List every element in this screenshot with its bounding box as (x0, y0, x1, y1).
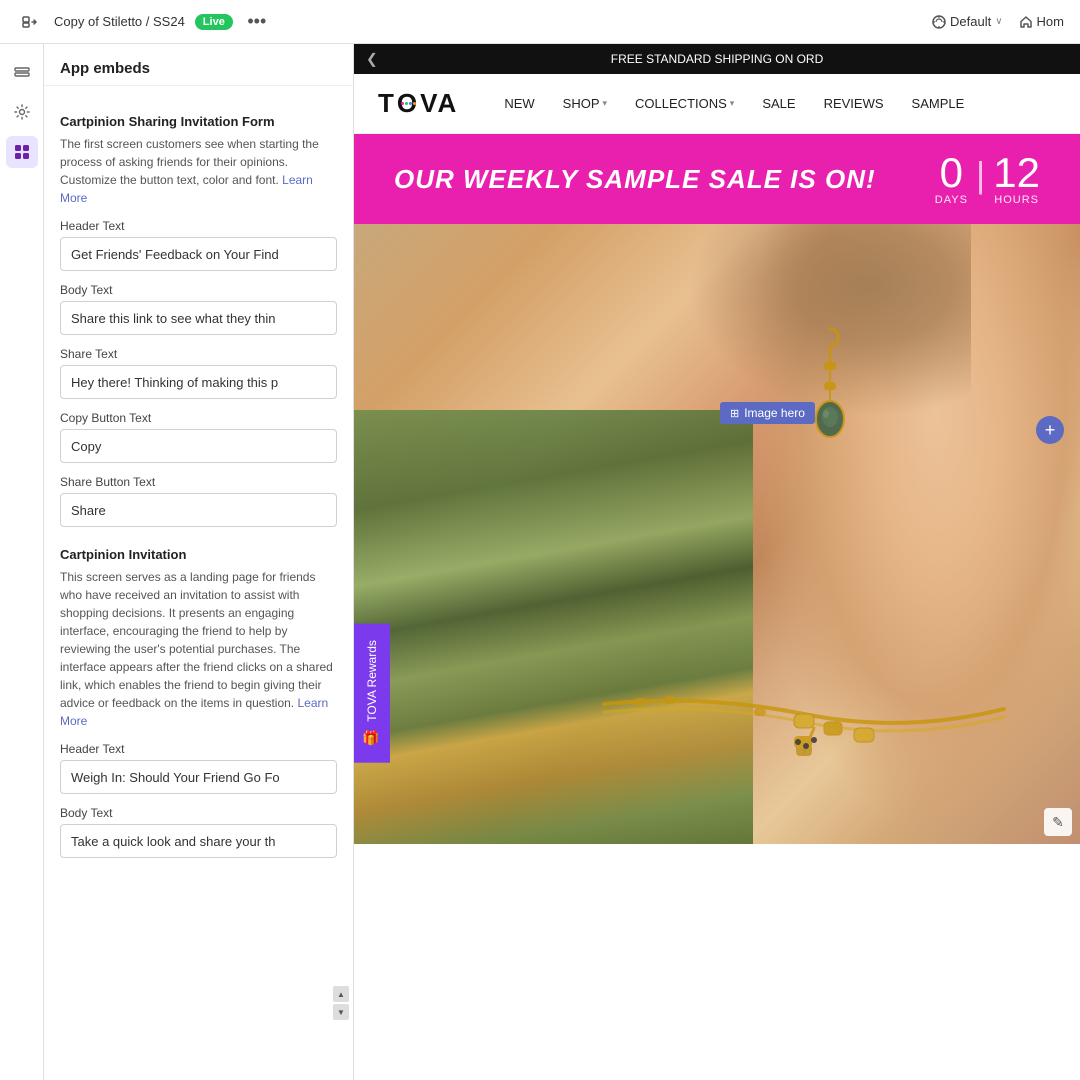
store-nav: T O VA (354, 74, 1080, 134)
share-text-input[interactable] (60, 365, 337, 399)
top-bar-right: Default ∨ Hom (932, 14, 1064, 29)
sale-banner: OUR WEEKLY SAMPLE SALE IS ON! 0 DAYS | 1… (354, 134, 1080, 224)
store-nav-links: NEW SHOP ▾ COLLECTIONS ▾ SALE REVIEWS SA… (490, 74, 1056, 134)
edit-corner-button[interactable]: ✎ (1044, 808, 1072, 836)
breadcrumb: Copy of Stiletto / SS24 (54, 14, 185, 29)
hero-area: 🎁 TOVA Rewards ✎ (354, 224, 1080, 844)
top-bar: Copy of Stiletto / SS24 Live ••• Default… (0, 0, 1080, 44)
sale-text: OUR WEEKLY SAMPLE SALE IS ON! (394, 164, 876, 195)
top-bar-left: Copy of Stiletto / SS24 Live ••• (16, 8, 920, 36)
nav-link-sample[interactable]: SAMPLE (898, 74, 979, 134)
copy-button-text-input[interactable] (60, 429, 337, 463)
default-button[interactable]: Default ∨ (932, 14, 1003, 29)
field-label-body-text2: Body Text (60, 806, 337, 820)
nav-link-new[interactable]: NEW (490, 74, 548, 134)
field-label-share-button: Share Button Text (60, 475, 337, 489)
countdown: 0 DAYS | 12 HOURS (935, 152, 1040, 206)
body-text2-input[interactable] (60, 824, 337, 858)
field-label-copy-button: Copy Button Text (60, 411, 337, 425)
nav-link-shop[interactable]: SHOP ▾ (549, 74, 621, 134)
image-hero-label[interactable]: ⊞ Image hero (720, 402, 815, 424)
section1-desc: The first screen customers see when star… (60, 135, 337, 207)
announcement-bar: ❮ FREE STANDARD SHIPPING ON ORD (354, 44, 1080, 74)
section2-desc: This screen serves as a landing page for… (60, 568, 337, 730)
sidebar-icons (0, 44, 44, 1080)
header-text-input[interactable] (60, 237, 337, 271)
section2-title: Cartpinion Invitation (60, 547, 337, 562)
rewards-icon: 🎁 (364, 730, 380, 747)
field-label-body-text: Body Text (60, 283, 337, 297)
scroll-up-arrow[interactable]: ▲ (333, 986, 349, 1002)
grid-icon: ⊞ (730, 407, 739, 420)
nav-link-reviews[interactable]: REVIEWS (810, 74, 898, 134)
home-button[interactable]: Hom (1019, 14, 1064, 29)
sidebar-item-layers[interactable] (6, 56, 38, 88)
countdown-days: 0 DAYS (935, 152, 968, 206)
panel-title: App embeds (44, 44, 353, 86)
countdown-separator: | (976, 154, 985, 196)
settings-panel: App embeds Cartpinion Sharing Invitation… (44, 44, 354, 1080)
add-section-button[interactable]: + (1036, 416, 1064, 444)
countdown-hours: 12 HOURS (993, 152, 1040, 206)
store-logo: T O VA (378, 88, 458, 119)
share-button-text-input[interactable] (60, 493, 337, 527)
field-label-header-text2: Header Text (60, 742, 337, 756)
section1-title: Cartpinion Sharing Invitation Form (60, 114, 337, 129)
header-text2-input[interactable] (60, 760, 337, 794)
rewards-tab[interactable]: 🎁 TOVA Rewards (354, 624, 390, 763)
main-layout: App embeds Cartpinion Sharing Invitation… (0, 44, 1080, 1080)
announcement-arrow[interactable]: ❮ (366, 51, 378, 68)
sidebar-item-settings[interactable] (6, 96, 38, 128)
field-label-share-text: Share Text (60, 347, 337, 361)
sidebar-item-apps[interactable] (6, 136, 38, 168)
more-options-button[interactable]: ••• (243, 8, 271, 36)
body-text-input[interactable] (60, 301, 337, 335)
live-badge: Live (195, 14, 233, 30)
store-frame: ❮ FREE STANDARD SHIPPING ON ORD T O (354, 44, 1080, 1080)
preview-area: ❮ FREE STANDARD SHIPPING ON ORD T O (354, 44, 1080, 1080)
back-button[interactable] (16, 8, 44, 36)
nav-link-collections[interactable]: COLLECTIONS ▾ (621, 74, 748, 134)
scroll-down-arrow[interactable]: ▼ (333, 1004, 349, 1020)
field-label-header-text: Header Text (60, 219, 337, 233)
panel-body: Cartpinion Sharing Invitation Form The f… (44, 86, 353, 1080)
nav-link-sale[interactable]: SALE (748, 74, 809, 134)
edit-icon: ✎ (1052, 814, 1064, 831)
